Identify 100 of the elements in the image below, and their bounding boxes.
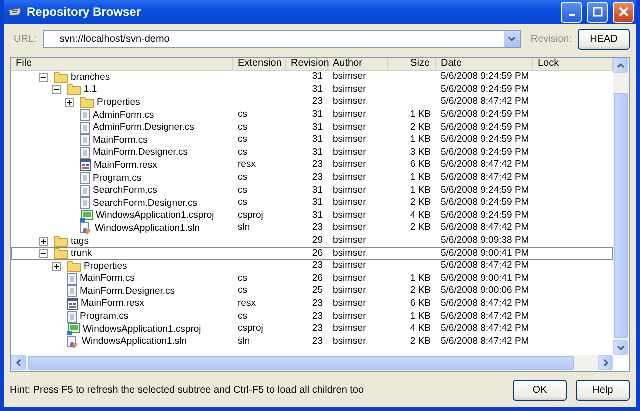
revision-cell-text: 31 [311, 122, 324, 134]
tree-row[interactable]: MainForm.Designer.cs cs 25 bsimser 2 KB 5/6/2008 9:00:06 PM [11, 285, 613, 298]
tree-row[interactable]: WindowsApplication1.sln sln 23 bsimser 2 KB 5/6/2008 8:47:42 PM [11, 222, 613, 235]
date-cell-text: 5/6/2008 8:47:42 PM [440, 159, 530, 172]
tree-row[interactable]: 1.1 31 bsimser 5/6/2008 9:24:59 PM [11, 84, 613, 96]
hint-text: Hint: Press F5 to refresh the selected subtree and Ctrl-F5 to load all children too [10, 384, 366, 396]
date-cell-text: 5/6/2008 8:47:42 PM [440, 96, 530, 108]
file-name: 1.1 [84, 84, 98, 96]
tree-row[interactable]: WindowsApplication1.csproj csproj 31 bsimser 4 KB 5/6/2008 9:24:59 PM [11, 210, 613, 222]
tree-row[interactable]: SearchForm.cs cs 31 bsimser 1 KB 5/6/2008 9:24:59 PM [11, 184, 613, 197]
revision-cell-text: 26 [311, 272, 324, 285]
column-header[interactable]: Extension [233, 58, 286, 70]
revision-cell-text: 31 [311, 71, 324, 84]
revision-cell-text: 31 [311, 210, 324, 222]
head-button[interactable]: HEAD [578, 28, 630, 50]
tree-row[interactable]: WindowsApplication1.csproj csproj 23 bsimser 4 KB 5/6/2008 8:47:42 PM [11, 322, 613, 336]
size-cell-text: 2 KB [409, 122, 432, 134]
date-cell-text: 5/6/2008 8:47:42 PM [440, 310, 530, 323]
document-icon [67, 285, 77, 298]
vertical-scrollbar[interactable] [613, 58, 629, 355]
author-cell-text: bsimser [332, 298, 368, 310]
tree-row[interactable]: Program.cs cs 23 bsimser 1 KB 5/6/2008 8:47:42 PM [11, 172, 613, 184]
author-cell-text: bsimser [332, 146, 368, 159]
tree-row[interactable]: Program.cs cs 23 bsimser 1 KB 5/6/2008 8:47:42 PM [11, 310, 613, 323]
tree-row[interactable]: MainForm.resx resx 23 bsimser 6 KB 5/6/2008 8:47:42 PM [11, 298, 613, 310]
date-cell-text: 5/6/2008 9:00:41 PM [440, 248, 530, 260]
author-cell-text: bsimser [332, 248, 368, 260]
expand-icon[interactable] [39, 236, 48, 246]
extension-cell-text: sln [237, 222, 252, 234]
tree-row[interactable]: Properties 23 bsimser 5/6/2008 8:47:42 PM [11, 96, 613, 109]
date-cell-text: 5/6/2008 8:47:42 PM [440, 260, 530, 272]
author-cell-text: bsimser [332, 310, 368, 323]
close-button[interactable] [613, 2, 634, 22]
tree-row[interactable]: MainForm.Designer.cs cs 31 bsimser 3 KB 5/6/2008 9:24:59 PM [11, 146, 613, 160]
size-cell-text: 2 KB [409, 197, 432, 210]
revision-cell-text: 31 [311, 184, 324, 197]
date-cell-text: 5/6/2008 9:24:59 PM [440, 122, 530, 134]
column-header[interactable]: Date [436, 58, 533, 70]
column-header[interactable]: Revision [286, 58, 328, 70]
author-cell-text: bsimser [332, 260, 368, 272]
maximize-button[interactable] [587, 2, 608, 22]
author-cell-text: bsimser [332, 285, 368, 298]
document-icon [80, 184, 90, 197]
author-cell-text: bsimser [332, 197, 368, 210]
date-cell-text: 5/6/2008 9:24:59 PM [440, 71, 530, 84]
ok-button[interactable]: OK [513, 380, 567, 400]
file-name: branches [71, 72, 110, 83]
revision-cell-text: 23 [311, 336, 324, 348]
size-cell-text: 1 KB [409, 310, 432, 323]
file-name: Properties [84, 260, 128, 272]
author-cell-text: bsimser [332, 134, 368, 146]
tree-row[interactable]: WindowsApplication1.sln sln 23 bsimser 2 KB 5/6/2008 8:47:42 PM [11, 335, 613, 348]
collapse-icon[interactable] [39, 72, 48, 82]
tree-row[interactable]: AdminForm.Designer.cs cs 31 bsimser 2 KB 5/6/2008 9:24:59 PM [11, 121, 613, 134]
scroll-right-icon [602, 358, 608, 366]
extension-cell-text: resx [237, 298, 257, 310]
size-cell-text: 3 KB [409, 146, 432, 159]
tree-row[interactable]: trunk 26 bsimser 5/6/2008 9:00:41 PM [11, 247, 613, 260]
revision-cell-text: 26 [311, 248, 324, 260]
column-header[interactable]: Size [388, 58, 436, 70]
file-name: SearchForm.Designer.cs [93, 198, 198, 209]
revision-cell-text: 23 [311, 323, 324, 336]
author-cell-text: bsimser [332, 235, 368, 248]
file-name: MainForm.cs [93, 134, 148, 146]
expand-icon[interactable] [52, 262, 61, 271]
tree-row[interactable]: MainForm.cs cs 26 bsimser 1 KB 5/6/2008 9:00:41 PM [11, 272, 613, 286]
tree-row[interactable]: MainForm.cs cs 31 bsimser 1 KB 5/6/2008 9:24:59 PM [11, 134, 613, 147]
document-icon [67, 310, 77, 323]
horizontal-scrollbar[interactable] [11, 355, 613, 371]
document-icon [80, 146, 90, 159]
revision-cell-text: 31 [311, 109, 324, 122]
column-header[interactable]: File [11, 58, 233, 70]
tree-row[interactable]: branches 31 bsimser 5/6/2008 9:24:59 PM [11, 71, 613, 84]
tree-row[interactable]: Properties 23 bsimser 5/6/2008 8:47:42 PM [11, 260, 613, 272]
size-cell-text: 6 KB [409, 298, 432, 310]
help-button[interactable]: Help [576, 380, 630, 400]
collapse-icon[interactable] [52, 85, 61, 94]
revision-cell-text: 31 [311, 146, 324, 159]
author-cell-text: bsimser [332, 122, 368, 134]
size-cell-text: 6 KB [409, 159, 432, 172]
expand-icon[interactable] [65, 98, 74, 107]
minimize-button[interactable] [561, 2, 582, 22]
tree-row[interactable]: AdminForm.cs cs 31 bsimser 1 KB 5/6/2008 9:24:59 PM [11, 108, 613, 122]
extension-cell-text: resx [237, 159, 257, 172]
folder-icon [67, 84, 81, 96]
tree-row[interactable]: SearchForm.Designer.cs cs 31 bsimser 2 KB 5/6/2008 9:24:59 PM [11, 196, 613, 210]
tree-row[interactable]: MainForm.resx resx 23 bsimser 6 KB 5/6/2008 8:47:42 PM [11, 159, 613, 172]
revision-cell-text: 23 [311, 310, 324, 323]
column-header[interactable]: Author [328, 58, 388, 70]
size-cell-text: 4 KB [409, 323, 432, 336]
file-name: MainForm.Designer.cs [93, 147, 188, 158]
revision-cell-text: 23 [311, 172, 324, 184]
date-cell-text: 5/6/2008 9:00:06 PM [440, 285, 530, 298]
extension-cell-text: csproj [237, 323, 264, 336]
size-cell-text: 1 KB [409, 272, 432, 285]
url-combobox[interactable]: svn://localhost/svn-demo [42, 30, 521, 48]
collapse-icon[interactable] [39, 249, 48, 258]
solution-file-icon [80, 222, 92, 234]
tree-row[interactable]: tags 29 bsimser 5/6/2008 9:09:38 PM [11, 234, 613, 248]
document-icon [80, 122, 90, 134]
